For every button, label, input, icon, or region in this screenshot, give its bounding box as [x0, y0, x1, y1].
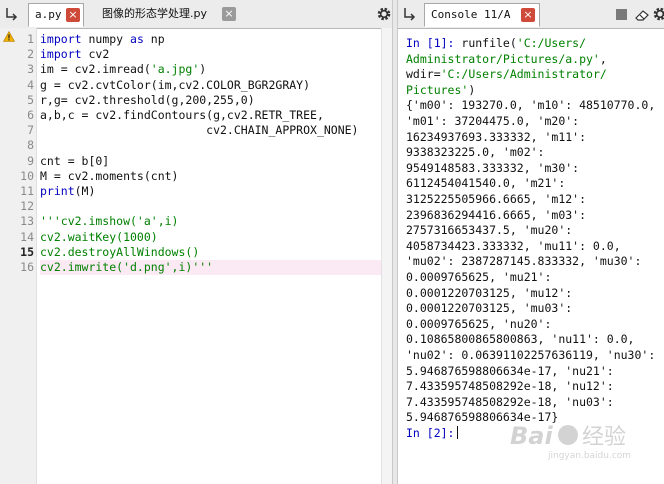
line-number: 8	[27, 138, 34, 153]
console-output-line: 2757316653437.5, 'mu20':	[406, 223, 573, 238]
line-number: 14	[20, 229, 34, 244]
line-number: 10	[20, 168, 34, 183]
console-tabbar: Console 11/A ×	[398, 0, 664, 29]
line-number: 4	[27, 77, 34, 92]
code-line-2: import cv2	[40, 47, 110, 62]
console-output-line: 0.0009765625, 'nu20':	[406, 316, 552, 331]
tab-label: a.py	[35, 8, 62, 21]
code-line-10: M = cv2.moments(cnt)	[40, 168, 179, 183]
tab-label: 图像的形态学处理.py	[102, 7, 207, 20]
console-output-line: 'mu02': 2387287145.833332, 'mu30':	[406, 254, 642, 269]
line-number: 11	[20, 184, 34, 198]
tab-a-py[interactable]: a.py ×	[28, 3, 84, 27]
console-input-2[interactable]: In [2]:	[406, 426, 459, 442]
line-number: 1	[27, 32, 34, 46]
console-output-line: 7.433595748508292e-18, 'nu03':	[406, 394, 614, 409]
console-output-line: 16234937693.333332, 'm11':	[406, 129, 587, 144]
console-input-1-end: Pictures')	[406, 82, 476, 97]
tab-console[interactable]: Console 11/A ×	[424, 3, 540, 27]
code-line-16-current: cv2.imwrite('d.png',i)'''	[40, 260, 382, 276]
close-tab-icon[interactable]: ×	[222, 7, 236, 21]
line-number: 3	[27, 62, 34, 77]
tab-label: Console 11/A	[431, 8, 511, 21]
line-number: 2	[27, 47, 34, 62]
console-output-line: 9338323225.0, 'm02':	[406, 145, 545, 160]
eraser-icon[interactable]	[634, 7, 650, 23]
editor-scrollbar[interactable]	[381, 28, 392, 484]
code-line-6: a,b,c = cv2.findContours(g,cv2.RETR_TREE…	[40, 108, 324, 122]
tab-morphology-py[interactable]: 图像的形态学处理.py ×	[96, 3, 244, 27]
console-output-line: 7.433595748508292e-18, 'nu12':	[406, 379, 614, 394]
console-output-line: {'m00': 193270.0, 'm10': 48510770.0,	[406, 98, 656, 113]
editor-tabbar: a.py × 图像的形态学处理.py ×	[0, 0, 392, 29]
line-number: 13	[20, 214, 34, 229]
console-output-line: 'nu02': 0.06391102257636119, 'nu30':	[406, 348, 656, 362]
console-output-line: 0.0001220703125, 'mu12':	[406, 285, 573, 300]
console-input-1: In [1]: runfile('C:/Users/	[406, 36, 587, 50]
console-output-line: 0.0009765625, 'mu21':	[406, 270, 552, 284]
close-tab-icon[interactable]: ×	[521, 8, 535, 22]
line-number: 15	[20, 244, 34, 259]
line-number: 5	[27, 92, 34, 107]
console-output[interactable]: In [1]: runfile('C:/Users/ Administrator…	[406, 36, 656, 484]
code-line-4: g = cv2.cvtColor(im,cv2.COLOR_BGR2GRAY)	[40, 77, 311, 92]
console-output-line: 4058734423.333332, 'mu11': 0.0,	[406, 238, 621, 253]
code-line-14: cv2.waitKey(1000)	[40, 229, 158, 244]
console-output-line: 5.946876598806634e-17, 'nu21':	[406, 363, 614, 378]
browse-tabs-icon[interactable]	[402, 6, 420, 24]
console-output-line: 6112454041540.0, 'm21':	[406, 176, 566, 191]
line-number: 9	[27, 153, 34, 168]
code-line-15: cv2.destroyAllWindows()	[40, 244, 200, 259]
console-output-line: 'm01': 37204475.0, 'm20':	[406, 114, 580, 128]
code-line-13: '''cv2.imshow('a',i)	[40, 214, 179, 229]
line-number: 6	[27, 108, 34, 122]
gear-icon[interactable]	[652, 6, 664, 22]
browse-tabs-icon[interactable]	[4, 6, 22, 24]
console-input-1-wdir: wdir='C:/Users/Administrator/	[406, 67, 607, 82]
gear-icon[interactable]	[376, 6, 392, 22]
close-tab-icon[interactable]: ×	[66, 8, 80, 22]
code-editor[interactable]: import numpy as np import cv2 im = cv2.i…	[40, 28, 382, 484]
console-output-line: 2396836294416.6665, 'm03':	[406, 207, 587, 222]
stop-icon[interactable]	[616, 9, 627, 20]
code-line-1: import numpy as np	[40, 32, 165, 46]
line-number: 12	[20, 199, 34, 214]
console-pane: Console 11/A × In [1]: runfile('C:/Users…	[398, 0, 664, 484]
console-input-1-cont: Administrator/Pictures/a.py',	[406, 51, 607, 66]
text-cursor	[457, 426, 459, 439]
code-line-3: im = cv2.imread('a.jpg')	[40, 62, 207, 77]
code-line-7: cv2.CHAIN_APPROX_NONE)	[40, 123, 359, 138]
code-line-9: cnt = b[0]	[40, 153, 110, 168]
console-output-line: 0.0001220703125, 'mu03':	[406, 301, 573, 316]
editor-pane: a.py × 图像的形态学处理.py × 1 2 3 4 5 6 7 8 9 10 11 12 13 14…	[0, 0, 392, 484]
console-output-line: 9549148583.333332, 'm30':	[406, 160, 580, 175]
console-output-line: 0.10865800865800863, 'nu11': 0.0,	[406, 332, 635, 347]
code-line-5: r,g= cv2.threshold(g,200,255,0)	[40, 92, 255, 107]
line-number: 16	[20, 260, 34, 274]
line-number: 7	[27, 123, 34, 138]
console-output-line: 3125225505966.6665, 'm12':	[406, 192, 587, 206]
console-output-line: 5.946876598806634e-17}	[406, 410, 559, 425]
code-line-11: print(M)	[40, 184, 96, 198]
